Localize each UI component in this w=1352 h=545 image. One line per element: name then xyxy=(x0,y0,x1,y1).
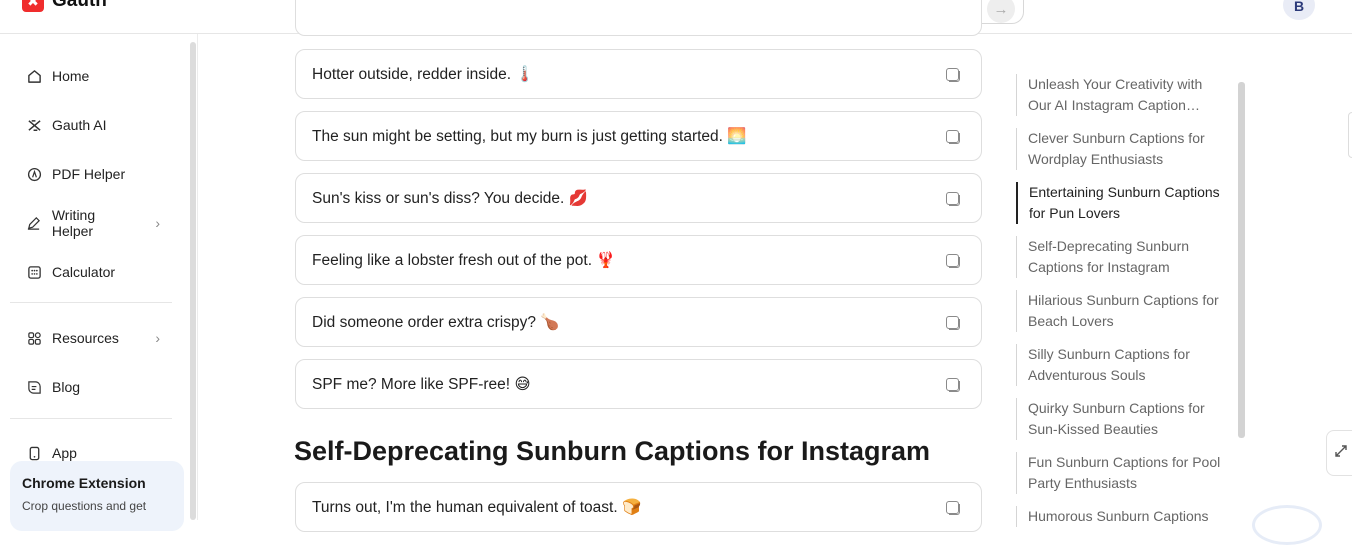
section-heading: Self-Deprecating Sunburn Captions for In… xyxy=(294,436,931,466)
toc-item-label: Unleash Your Creativity with Our AI Inst… xyxy=(1028,76,1203,113)
sidebar-item-label: Calculator xyxy=(52,264,116,280)
caption-text: Sun's kiss or sun's diss? You decide. 💋 xyxy=(312,189,588,207)
sidebar-item-label: PDF Helper xyxy=(52,166,126,182)
chrome-extension-card[interactable]: Chrome Extension Crop questions and get xyxy=(10,461,184,531)
sidebar-item-label: App xyxy=(52,445,77,461)
caption-card: Feeling like a lobster fresh out of the … xyxy=(295,235,982,285)
sidebar-item-label: Home xyxy=(52,68,90,84)
pen-icon xyxy=(26,215,42,231)
caption-card: Turns out, I'm the human equivalent of t… xyxy=(295,482,982,532)
copy-icon[interactable] xyxy=(946,192,960,206)
sidebar-item-calculator[interactable]: Calculator xyxy=(12,254,172,290)
gauth-ai-icon xyxy=(26,117,42,133)
toc-item[interactable]: Clever Sunburn Captions for Wordplay Ent… xyxy=(1016,128,1222,170)
caption-text: SPF me? More like SPF-ree! 😅 xyxy=(312,375,531,393)
caption-card: Sun's kiss or sun's diss? You decide. 💋 xyxy=(295,173,982,223)
copy-icon[interactable] xyxy=(946,501,960,515)
chevron-right-icon: › xyxy=(155,215,160,231)
expand-icon xyxy=(1333,443,1349,463)
toc-item-active[interactable]: Entertaining Sunburn Captions for Pun Lo… xyxy=(1016,182,1222,224)
sidebar-item-label: Gauth AI xyxy=(52,117,107,133)
sidebar-item-home[interactable]: Home xyxy=(12,58,172,94)
copy-icon[interactable] xyxy=(946,378,960,392)
chat-bubble-button[interactable] xyxy=(1252,505,1322,545)
caption-card: Hotter outside, redder inside. 🌡️ xyxy=(295,49,982,99)
edge-tab[interactable] xyxy=(1348,112,1352,158)
logo-text: Gauth xyxy=(52,0,107,11)
toc-scrollbar[interactable] xyxy=(1238,82,1245,438)
logo[interactable]: ✖ Gauth xyxy=(22,0,107,12)
grid-icon xyxy=(26,330,42,346)
arrow-right-icon: → xyxy=(993,0,1009,18)
copy-icon[interactable] xyxy=(946,130,960,144)
caption-text: Feeling like a lobster fresh out of the … xyxy=(312,251,616,269)
sidebar-item-writing-helper[interactable]: Writing Helper › xyxy=(12,205,172,241)
sidebar: Home Gauth AI PDF Helper Writing Helper … xyxy=(0,34,198,531)
copy-icon[interactable] xyxy=(946,254,960,268)
sidebar-item-resources[interactable]: Resources › xyxy=(12,320,172,356)
pdf-icon xyxy=(26,166,42,182)
calculator-icon xyxy=(26,264,42,280)
home-icon xyxy=(26,68,42,84)
sidebar-item-label: Blog xyxy=(52,379,81,395)
caption-text: Hotter outside, redder inside. 🌡️ xyxy=(312,65,535,83)
toc-item[interactable]: Silly Sunburn Captions for Adventurous S… xyxy=(1016,344,1222,386)
sidebar-scrollbar[interactable] xyxy=(190,42,196,520)
sidebar-item-label: Resources xyxy=(52,330,119,346)
sidebar-divider xyxy=(10,418,172,419)
blog-icon xyxy=(26,379,42,395)
sidebar-item-label: Writing Helper xyxy=(51,207,96,239)
copy-icon[interactable] xyxy=(946,68,960,82)
side-tool-button[interactable] xyxy=(1326,430,1352,476)
sidebar-item-blog[interactable]: Blog xyxy=(12,369,172,405)
caption-text: Turns out, I'm the human equivalent of t… xyxy=(312,498,642,516)
toc-item[interactable]: Quirky Sunburn Captions for Sun-Kissed B… xyxy=(1016,398,1222,440)
phone-icon xyxy=(26,445,42,461)
logo-mark-icon: ✖ xyxy=(22,0,44,12)
caption-text: The sun might be setting, but my burn is… xyxy=(312,127,747,145)
toc-item[interactable]: Fun Sunburn Captions for Pool Party Enth… xyxy=(1016,452,1222,494)
extension-title: Chrome Extension xyxy=(22,475,146,491)
toc-item[interactable]: Self-Deprecating Sunburn Captions for In… xyxy=(1016,236,1222,278)
extension-subtitle: Crop questions and get xyxy=(22,499,147,513)
caption-card: SPF me? More like SPF-ree! 😅 xyxy=(295,359,982,409)
caption-card xyxy=(295,0,982,36)
caption-card: The sun might be setting, but my burn is… xyxy=(295,111,982,161)
sidebar-item-gauth-ai[interactable]: Gauth AI xyxy=(12,107,172,143)
chevron-right-icon: › xyxy=(155,330,160,346)
toc-item[interactable]: Hilarious Sunburn Captions for Beach Lov… xyxy=(1016,290,1222,332)
search-submit-button[interactable]: → xyxy=(987,0,1015,23)
toc-item[interactable]: Unleash Your Creativity with Our AI Inst… xyxy=(1016,74,1222,116)
copy-icon[interactable] xyxy=(946,316,960,330)
sidebar-item-pdf-helper[interactable]: PDF Helper xyxy=(12,156,172,192)
caption-text: Did someone order extra crispy? 🍗 xyxy=(312,313,560,331)
avatar[interactable]: B xyxy=(1283,0,1315,20)
toc-item[interactable]: Humorous Sunburn Captions xyxy=(1016,506,1222,527)
caption-card: Did someone order extra crispy? 🍗 xyxy=(295,297,982,347)
sidebar-divider xyxy=(10,302,172,303)
